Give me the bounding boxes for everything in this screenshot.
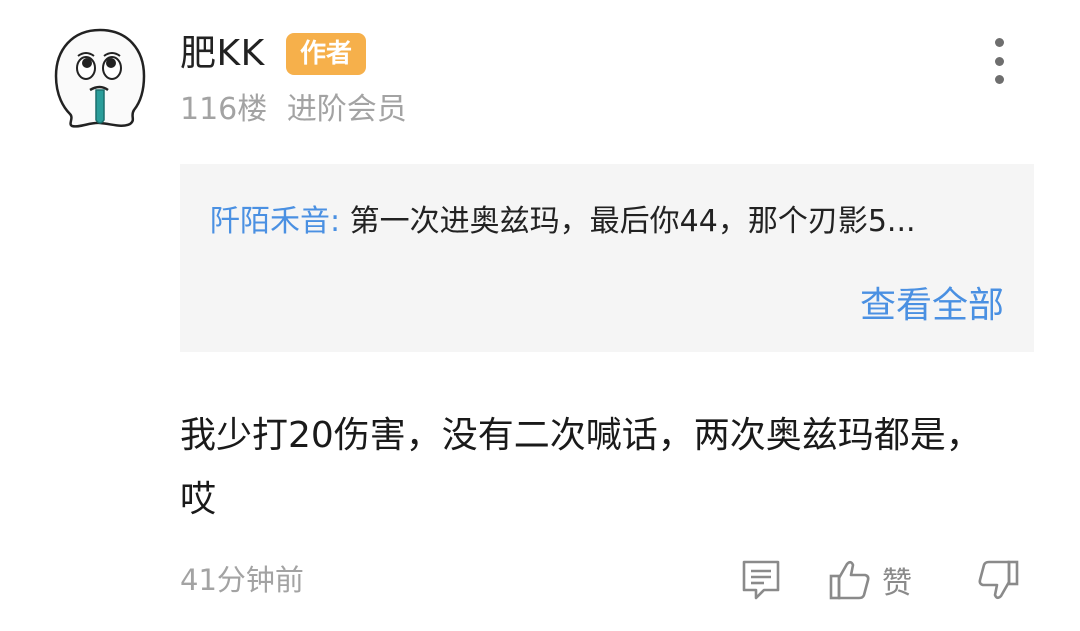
more-vertical-icon [994,38,1004,47]
quoted-text: 第一次进奥兹玛，最后你44，那个刃影5... [349,204,916,239]
comment-text: 我少打20伤害，没有二次喊话，两次奥兹玛都是，哎 [180,415,982,520]
member-level: 进阶会员 [286,92,407,127]
more-dot [994,56,1004,66]
comment-card: 肥KK 作者 116楼 进阶会员 阡陌禾音: 第一次进奥兹玛，最后你44，那个刃… [0,0,1080,631]
author-badge: 作者 [286,33,366,75]
comment-icon [742,560,780,600]
more-dot [994,75,1004,84]
reply-button[interactable] [740,556,782,604]
like-label: 赞 [882,566,912,601]
thumbs-down-icon [978,560,1019,600]
view-all-link[interactable]: 查看全部 [860,282,1004,330]
quoted-reply: 阡陌禾音: 第一次进奥兹玛，最后你44，那个刃影5... [210,200,1020,244]
quoted-username[interactable]: 阡陌禾音: [210,204,340,239]
dislike-button[interactable] [976,556,1020,604]
avatar[interactable] [50,26,150,130]
floor-number: 116楼 [180,92,268,127]
avatar-face-icon [54,28,146,128]
more-options-button[interactable] [984,38,1014,84]
thumbs-up-icon [829,560,870,600]
like-button[interactable]: 赞 [828,556,912,604]
quoted-reply-box[interactable]: 阡陌禾音: 第一次进奥兹玛，最后你44，那个刃影5... 查看全部 [180,164,1034,352]
username[interactable]: 肥KK [180,30,265,78]
comment-meta: 116楼 进阶会员 [180,88,417,132]
timestamp: 41分钟前 [180,563,304,597]
